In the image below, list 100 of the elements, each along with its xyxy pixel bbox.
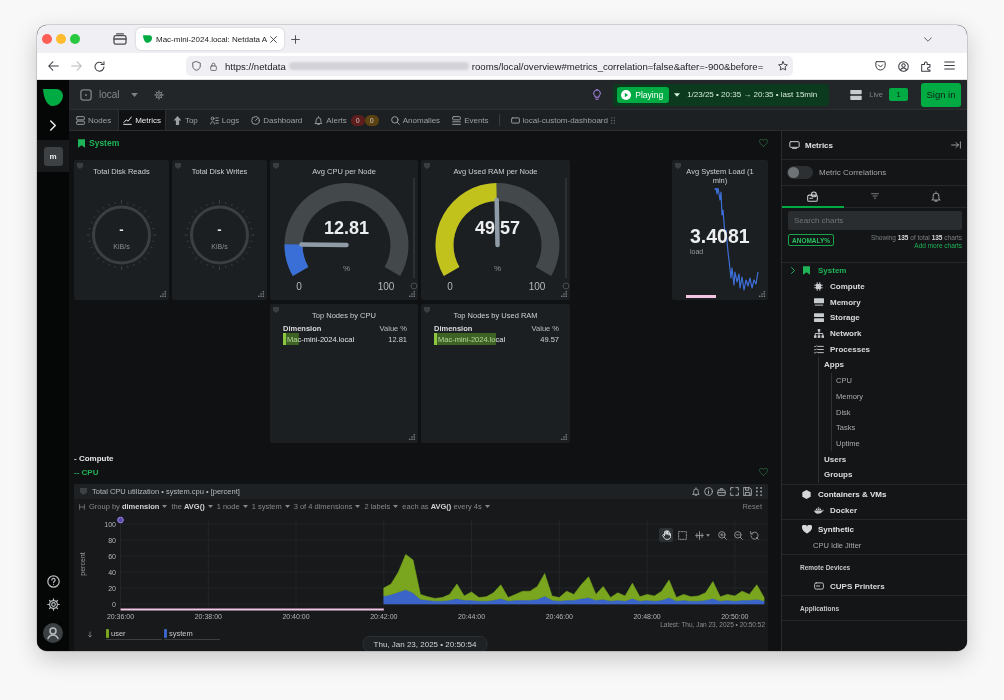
scrollbar[interactable] [410, 178, 418, 290]
chip-icon [814, 282, 823, 292]
caret-icon[interactable] [674, 92, 681, 97]
search-field[interactable]: Search charts [788, 211, 962, 230]
save-icon[interactable] [743, 487, 752, 496]
resize-handle-icon[interactable] [160, 291, 166, 297]
tree-item[interactable]: Processes [782, 341, 967, 358]
address-bar[interactable]: https://netdata rooms/local/overview#metrics_correlation=false&after=-900&before= [186, 56, 793, 76]
pan-button[interactable] [659, 528, 673, 542]
tab[interactable]: Top [167, 110, 203, 130]
zoom-in-button[interactable] [715, 528, 729, 542]
section-title: System [89, 138, 120, 148]
tab[interactable]: Events [447, 110, 494, 130]
tab[interactable]: Dashboard [246, 110, 308, 130]
line-chart-icon [123, 115, 133, 125]
monitor-icon [789, 141, 800, 149]
resize-handle-icon[interactable] [409, 291, 415, 297]
new-tab-icon[interactable] [291, 34, 300, 44]
subgroup-title: -- CPU [74, 467, 99, 477]
resize-handle-icon[interactable] [759, 291, 765, 297]
tree-item[interactable]: System [782, 263, 967, 279]
tree-item[interactable]: Containers & VMs [782, 486, 967, 503]
whale-icon [813, 506, 824, 514]
briefcase-icon[interactable] [717, 487, 726, 496]
browser-tab[interactable]: Mac-mini-2024.local: Netdata A [136, 28, 284, 50]
bookmark-star-icon[interactable] [778, 61, 788, 71]
tree-item[interactable]: Users [819, 451, 967, 467]
dial-value: - [217, 222, 222, 237]
panel-title: Metrics [805, 140, 833, 150]
resize-handle-icon[interactable] [258, 291, 264, 297]
tree-item[interactable]: Compute [782, 278, 967, 295]
select-button[interactable] [675, 528, 689, 542]
menu-icon[interactable] [944, 60, 955, 70]
account-icon[interactable] [898, 60, 909, 72]
sort-icon[interactable] [88, 630, 92, 638]
zoom-in-icon [717, 530, 727, 540]
bookmark-icon [78, 138, 85, 148]
tree-item[interactable]: Groups [819, 466, 967, 483]
timestamp: Thu, Jan 23, 2025 • 20:50:54 [362, 636, 488, 651]
tab[interactable]: Logs [204, 110, 245, 130]
info-icon[interactable] [704, 487, 713, 496]
toggle-switch[interactable] [787, 166, 813, 179]
pocket-icon[interactable] [875, 60, 886, 71]
reset-zoom-button[interactable] [747, 528, 761, 542]
caret-icon [355, 505, 361, 508]
reload-icon[interactable] [94, 60, 105, 72]
settings-icon[interactable] [46, 598, 60, 611]
tab-list-icon[interactable] [924, 36, 932, 42]
bell-icon[interactable] [692, 487, 700, 496]
sign-in-button[interactable]: Sign in [921, 82, 961, 107]
room-selector[interactable]: local [80, 88, 138, 101]
gauge-needle [299, 242, 349, 248]
logo-icon[interactable] [43, 89, 63, 106]
tree-item[interactable]: Docker [782, 502, 967, 518]
caret-icon [130, 92, 138, 97]
close-tab-icon[interactable] [270, 35, 277, 43]
resize-handle-icon[interactable] [409, 434, 415, 440]
dashboard-icon [510, 116, 520, 124]
zoom-out-icon [733, 530, 743, 540]
user-avatar-icon[interactable] [43, 623, 63, 643]
hand-icon [661, 530, 671, 540]
tab[interactable]: Nodes [71, 110, 117, 130]
resize-handle-icon[interactable] [561, 434, 567, 440]
space-button[interactable]: m [37, 140, 69, 172]
lock-icon[interactable] [210, 61, 217, 71]
zoom-out-button[interactable] [731, 528, 745, 542]
tree-item[interactable]: Storage [782, 310, 967, 326]
back-icon[interactable] [48, 61, 59, 71]
collapse-panel-icon[interactable] [951, 141, 961, 149]
tab-overview-icon[interactable] [113, 33, 127, 45]
tab[interactable]: local-custom-dashboard [505, 110, 620, 130]
lightbulb-icon[interactable] [593, 89, 602, 100]
expand-icon[interactable] [50, 120, 56, 131]
bell-icon [931, 190, 942, 202]
dial-ring [86, 199, 157, 271]
scale-min-label: 0 [447, 280, 453, 292]
room-icon [80, 88, 92, 101]
caret-icon [207, 505, 213, 508]
tab[interactable]: Anomalies [385, 110, 446, 130]
selection-icon [677, 530, 687, 540]
chevron-right-icon [791, 267, 795, 275]
tree-item[interactable]: CUPS Printers [782, 578, 967, 595]
tab[interactable]: Metrics [118, 110, 166, 130]
caret-icon [162, 505, 168, 508]
tree-item[interactable]: Apps [819, 357, 967, 373]
time-range-picker[interactable]: 1/23/25 • 20:35 → 20:35 • last 15min [687, 90, 818, 99]
tree-item[interactable]: Network [782, 325, 967, 342]
window-close-icon[interactable] [42, 34, 52, 44]
scrollbar[interactable] [562, 178, 570, 290]
timeframe-bar [686, 295, 716, 298]
tree-item[interactable]: Memory [782, 294, 967, 311]
nodes-icon[interactable] [850, 89, 863, 100]
fullscreen-icon[interactable] [730, 487, 739, 496]
puzzle-icon[interactable] [921, 60, 932, 72]
help-icon[interactable] [46, 575, 60, 588]
tree-item[interactable]: Synthetic [782, 522, 967, 538]
resize-handle-icon[interactable] [561, 291, 567, 297]
annotation-marker-icon[interactable] [117, 516, 124, 524]
drag-handle-icon[interactable] [756, 487, 762, 496]
shield-icon[interactable] [192, 61, 201, 71]
